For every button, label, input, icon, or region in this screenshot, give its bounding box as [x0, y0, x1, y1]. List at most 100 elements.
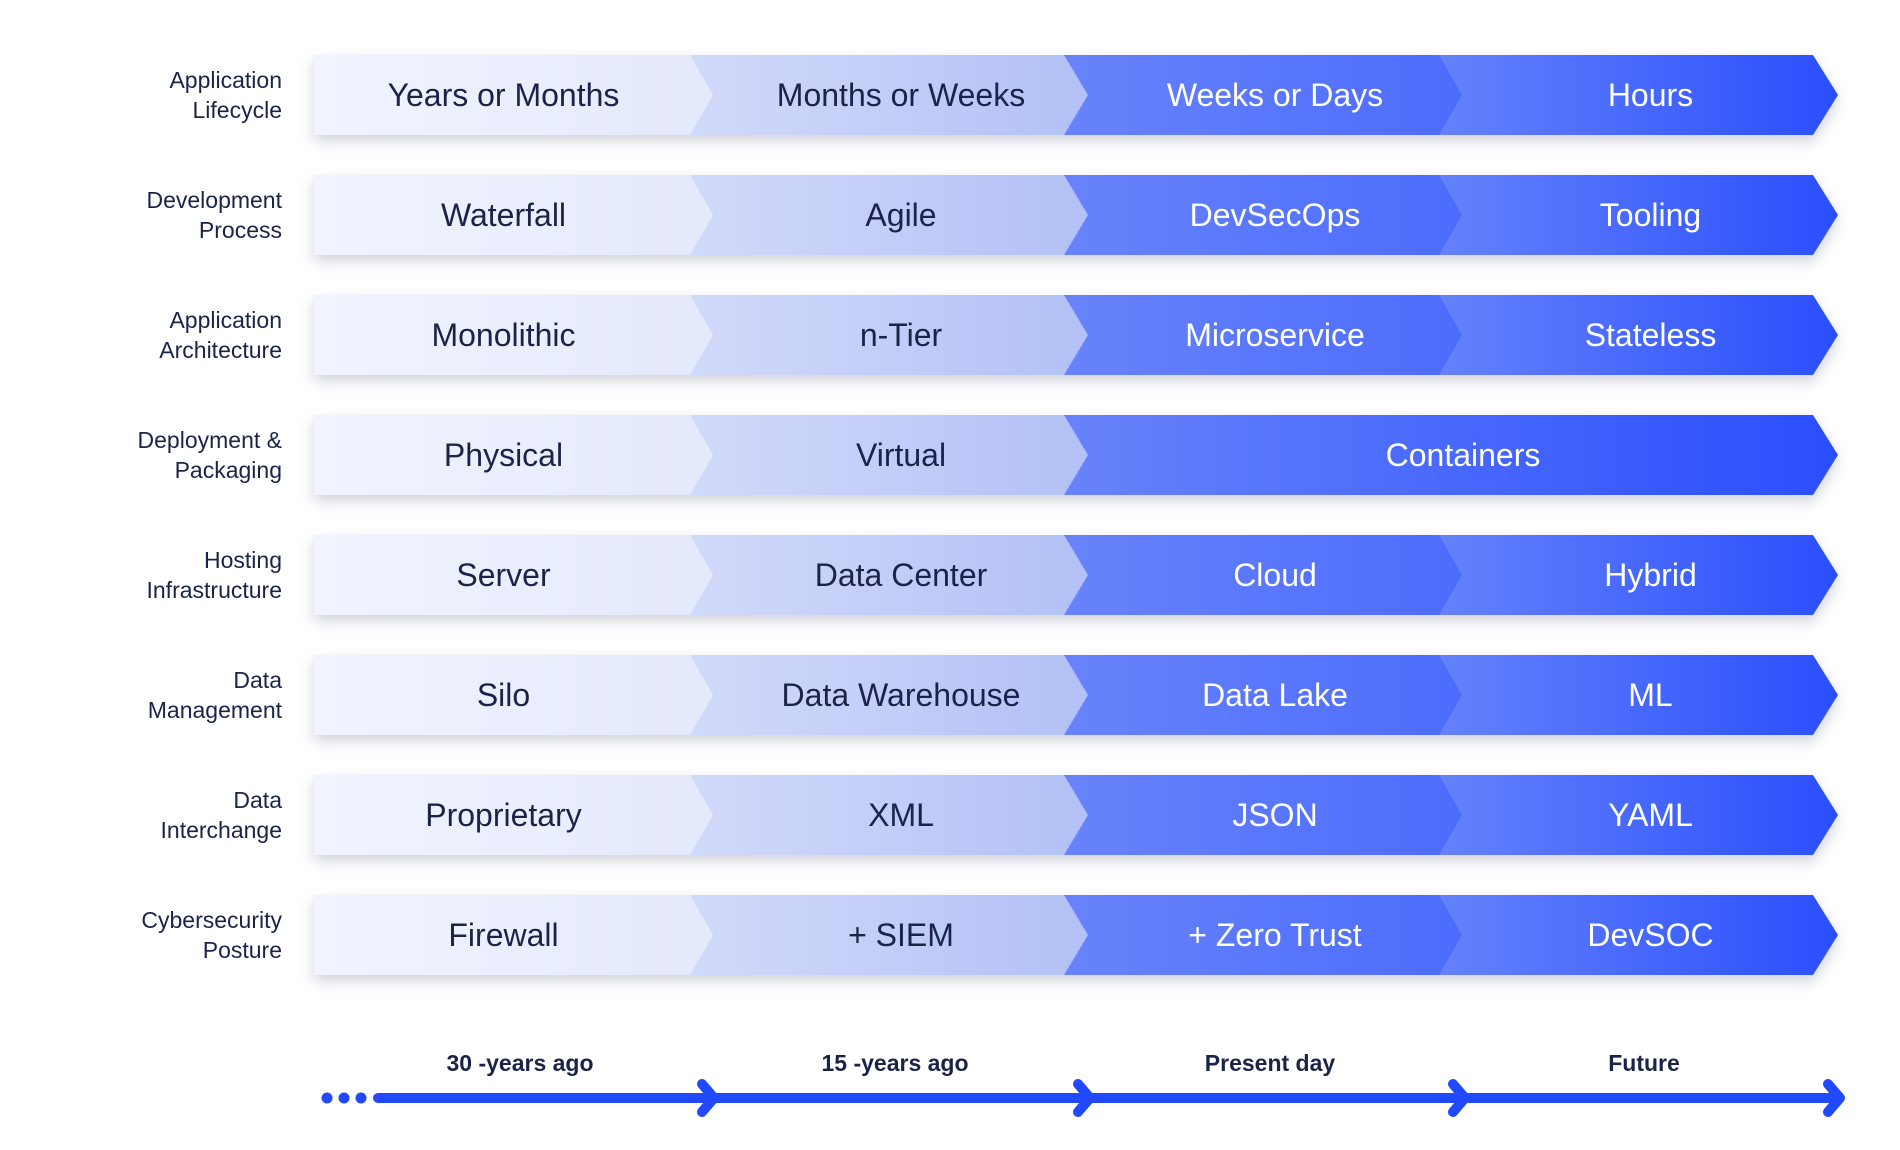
stage-chevron: Data Lake	[1064, 655, 1462, 735]
row-label: Deployment & Packaging	[60, 425, 282, 485]
stage-label: Virtual	[855, 436, 947, 473]
stage-chevron: Stateless	[1439, 295, 1838, 375]
row-label: Data Management	[60, 665, 282, 725]
row-label-line: Cybersecurity	[141, 907, 282, 933]
stage-label: Server	[456, 556, 551, 593]
stage-label: ML	[1628, 676, 1673, 713]
stage-chevron: Years or Months	[314, 55, 713, 135]
row-label-line: Process	[198, 217, 282, 243]
stage-label: DevSecOps	[1189, 196, 1361, 233]
timeline-dot	[338, 1092, 350, 1104]
stage-label: YAML	[1608, 796, 1693, 833]
timeline-dot	[321, 1092, 333, 1104]
stage-chevron: Physical	[314, 415, 713, 495]
row-label: Application Lifecycle	[60, 65, 282, 125]
timeline-arrow-icon	[1448, 1079, 1470, 1117]
stage-label: Monolithic	[431, 316, 576, 353]
row-label-line: Interchange	[160, 817, 282, 843]
stage-label: Data Center	[814, 556, 988, 593]
stage-label: Containers	[1385, 436, 1541, 473]
stage-row: Physical Virtual Containers	[314, 415, 1844, 495]
stage-chevron: Hours	[1439, 55, 1838, 135]
stage-row: Monolithic n-Tier Microservice Stateless	[314, 295, 1844, 375]
stage-chevron: Waterfall	[314, 175, 713, 255]
stage-chevron: Hybrid	[1439, 535, 1838, 615]
row-label-line: Data	[233, 787, 282, 813]
stage-row: Proprietary XML JSON YAML	[314, 775, 1844, 855]
row-label-line: Management	[147, 697, 282, 723]
stage-chevron: + Zero Trust	[1064, 895, 1462, 975]
row-label-line: Data	[233, 667, 282, 693]
stage-label: Data Warehouse	[781, 676, 1021, 713]
row-label-line: Deployment &	[137, 427, 282, 453]
stage-label: XML	[868, 796, 934, 833]
row-label: Cybersecurity Posture	[60, 905, 282, 965]
stage-row: Firewall + SIEM + Zero Trust DevSOC	[314, 895, 1844, 975]
timeline-label-15-years-ago: 15 -years ago	[821, 1050, 969, 1076]
stage-label: Stateless	[1584, 316, 1717, 353]
stage-chevron: JSON	[1064, 775, 1462, 855]
stage-label: Hours	[1607, 76, 1694, 113]
stage-label: Agile	[865, 196, 937, 233]
stage-chevron: n-Tier	[690, 295, 1088, 375]
stage-chevron: Microservice	[1064, 295, 1462, 375]
timeline-arrow-icon	[697, 1079, 719, 1117]
stage-chevron: Containers	[1064, 415, 1838, 495]
stage-label: Silo	[476, 676, 531, 713]
stage-label: + Zero Trust	[1188, 916, 1362, 953]
row-label-line: Architecture	[159, 337, 282, 363]
stage-chevron: Virtual	[690, 415, 1088, 495]
stage-label: Weeks or Days	[1166, 76, 1384, 113]
stage-label: Physical	[443, 436, 564, 473]
row-label-line: Posture	[202, 937, 282, 963]
row-label-line: Lifecycle	[192, 97, 282, 123]
stage-label: n-Tier	[859, 316, 943, 353]
row-label: Data Interchange	[60, 785, 282, 845]
stage-label: Microservice	[1185, 316, 1365, 353]
stage-chevron: Agile	[690, 175, 1088, 255]
stage-chevron: + SIEM	[690, 895, 1088, 975]
stage-label: DevSOC	[1587, 916, 1714, 953]
row-label-line: Packaging	[174, 457, 282, 483]
stage-label: Data Lake	[1202, 676, 1348, 713]
row-label-line: Hosting	[204, 547, 282, 573]
stage-chevron: Cloud	[1064, 535, 1462, 615]
stage-chevron: YAML	[1439, 775, 1838, 855]
stage-chevron: DevSecOps	[1064, 175, 1462, 255]
stage-label: Tooling	[1599, 196, 1702, 233]
row-label-line: Application	[169, 307, 282, 333]
timeline-end-arrow-icon	[1823, 1079, 1845, 1117]
stage-chevron: Server	[314, 535, 713, 615]
stage-row: Silo Data Warehouse Data Lake ML	[314, 655, 1844, 735]
stage-row: Years or Months Months or Weeks Weeks or D…	[314, 55, 1844, 135]
stage-label: Hybrid	[1604, 556, 1697, 593]
stage-label: Cloud	[1233, 556, 1317, 593]
stage-chevron: Months or Weeks	[690, 55, 1088, 135]
timeline-dot	[355, 1092, 367, 1104]
stage-chevron: Tooling	[1439, 175, 1838, 255]
stage-label: JSON	[1232, 796, 1318, 833]
row-label-line: Application	[169, 67, 282, 93]
stage-label: Years or Months	[387, 76, 620, 113]
stage-chevron: ML	[1439, 655, 1838, 735]
stage-chevron: XML	[690, 775, 1088, 855]
timeline-arrow-icon	[1073, 1079, 1095, 1117]
row-label: Hosting Infrastructure	[60, 545, 283, 605]
stage-chevron: Data Center	[690, 535, 1088, 615]
stage-row: Server Data Center Cloud Hybrid	[314, 535, 1844, 615]
row-label-line: Infrastructure	[146, 577, 283, 603]
stage-row: Waterfall Agile DevSecOps Tooling	[314, 175, 1844, 255]
stage-label: Firewall	[448, 916, 559, 953]
stage-label: Months or Weeks	[776, 76, 1026, 113]
timeline-label-future: Future	[1608, 1050, 1680, 1076]
row-label-line: Development	[146, 187, 282, 213]
timeline-label-present-day: Present day	[1204, 1050, 1336, 1076]
stage-chevron: Proprietary	[314, 775, 713, 855]
stage-label: + SIEM	[848, 916, 954, 953]
row-label: Application Architecture	[60, 305, 282, 365]
stage-chevron: Data Warehouse	[690, 655, 1088, 735]
stage-label: Proprietary	[425, 796, 582, 833]
stage-chevron: Firewall	[314, 895, 713, 975]
stage-chevron: Monolithic	[314, 295, 713, 375]
stage-chevron: Weeks or Days	[1064, 55, 1462, 135]
